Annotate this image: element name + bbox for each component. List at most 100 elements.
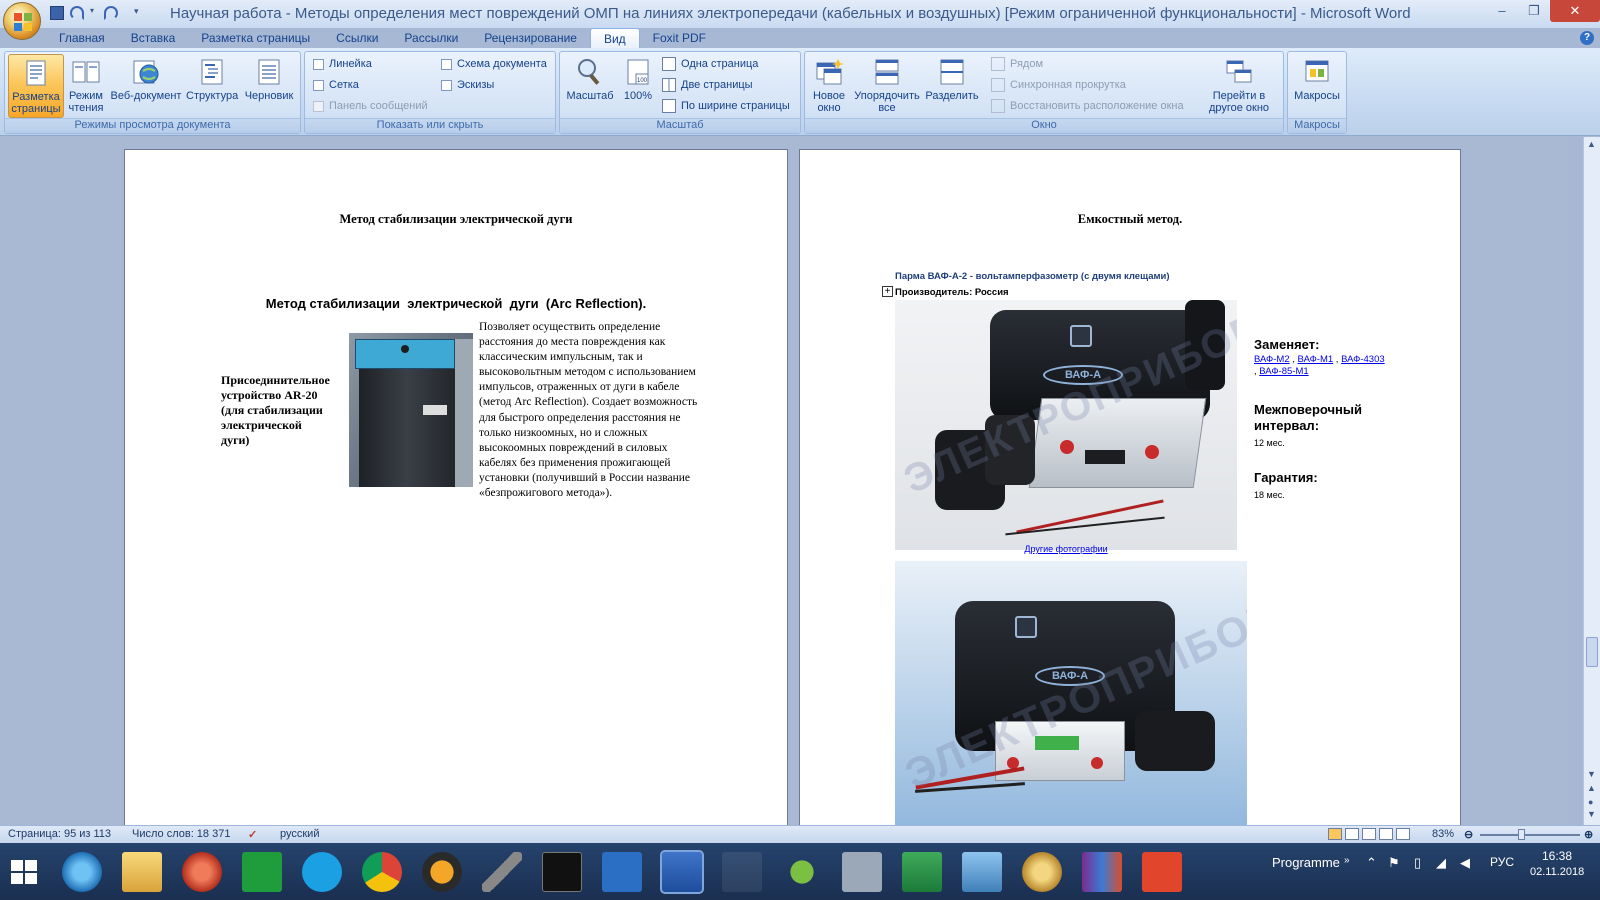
page-count[interactable]: Страница: 95 из 113 [8, 828, 111, 840]
new-window-button[interactable]: Новое окно [807, 54, 851, 118]
tab-page-layout[interactable]: Разметка страницы [188, 28, 323, 49]
customize-qat-icon[interactable]: ▾ [134, 6, 144, 20]
tab-view[interactable]: Вид [589, 28, 640, 49]
photo-viewer-icon[interactable] [962, 852, 1002, 892]
file-explorer-icon[interactable] [122, 852, 162, 892]
link-vaf-4303[interactable]: ВАФ-4303 [1341, 354, 1385, 365]
draft-view-icon[interactable] [1396, 828, 1410, 840]
zoom-100-button[interactable]: 100 100% [620, 54, 656, 118]
word-count[interactable]: Число слов: 18 371 [132, 828, 230, 840]
link-vaf-m2[interactable]: ВАФ-М2 [1254, 354, 1290, 365]
control-panel-icon[interactable] [602, 852, 642, 892]
window-controls: – ❐ ✕ [1486, 0, 1600, 22]
link-vaf-m1[interactable]: ВАФ-М1 [1298, 354, 1334, 365]
show-more-icon[interactable]: » [1344, 855, 1350, 866]
word-icon[interactable] [660, 850, 704, 894]
zoom-button[interactable]: Масштаб [562, 54, 618, 118]
grid-checkbox[interactable]: Сетка [313, 79, 359, 91]
thumbnails-checkbox[interactable]: Эскизы [441, 79, 494, 91]
two-pages-button[interactable]: Две страницы [662, 78, 753, 92]
outline-button[interactable]: Структура [186, 54, 238, 118]
link-vaf-85-m1[interactable]: ВАФ-85-М1 [1259, 366, 1308, 377]
calculator-icon[interactable] [842, 852, 882, 892]
group-label: Окно [805, 118, 1283, 133]
tab-references[interactable]: Ссылки [323, 28, 391, 49]
undo-icon[interactable] [70, 6, 84, 20]
switch-windows-button[interactable]: Перейти в другое окно [1201, 54, 1277, 118]
tab-home[interactable]: Главная [46, 28, 118, 49]
winrar-icon[interactable] [1082, 852, 1122, 892]
reading-view-icon[interactable] [1345, 828, 1359, 840]
language[interactable]: русский [280, 828, 319, 840]
next-page-icon[interactable]: ▼ [1587, 809, 1596, 819]
page-width-button[interactable]: По ширине страницы [662, 99, 790, 113]
zoom-in-icon[interactable]: ⊕ [1584, 828, 1593, 841]
paint-icon[interactable] [1022, 852, 1062, 892]
sync-scroll-icon [991, 78, 1005, 92]
start-button[interactable] [10, 859, 38, 885]
aimp-icon[interactable] [422, 852, 462, 892]
ccleaner-icon[interactable] [182, 852, 222, 892]
battery-icon[interactable]: ▯ [1414, 855, 1421, 871]
input-language[interactable]: РУС [1490, 855, 1514, 869]
frog-app-icon[interactable] [782, 852, 822, 892]
arrange-all-button[interactable]: Упорядочить все [851, 54, 923, 118]
chrome-icon[interactable] [362, 852, 402, 892]
split-button[interactable]: Разделить [925, 54, 979, 118]
command-prompt-icon[interactable] [542, 852, 582, 892]
clock-date[interactable]: 02.11.2018 [1530, 866, 1584, 878]
scroll-up-icon[interactable]: ▲ [1587, 139, 1596, 149]
minimize-button[interactable]: – [1486, 0, 1518, 22]
tab-foxit-pdf[interactable]: Foxit PDF [640, 28, 719, 49]
restore-button[interactable]: ❐ [1518, 0, 1550, 22]
taskbar: Programme » ⌃ ⚑ ▯ ◢ ◀ РУС 16:38 02.11.20… [0, 843, 1600, 900]
zoom-out-icon[interactable]: ⊖ [1464, 828, 1473, 841]
office-button[interactable] [3, 2, 41, 40]
network-icon[interactable]: ◢ [1436, 855, 1446, 871]
print-layout-button[interactable]: Разметка страницы [8, 54, 64, 118]
foxit-icon[interactable] [1142, 852, 1182, 892]
tray-expand-icon[interactable]: ⌃ [1366, 855, 1377, 871]
tab-insert[interactable]: Вставка [118, 28, 189, 49]
browse-object-icon[interactable]: ● [1588, 797, 1593, 807]
save-icon[interactable] [50, 6, 64, 20]
one-page-button[interactable]: Одна страница [662, 57, 758, 71]
scroll-down-icon[interactable]: ▼ [1587, 769, 1596, 779]
zoom-level[interactable]: 83% [1432, 828, 1454, 840]
vertical-scrollbar[interactable]: ▲ ▼ ▲ ● ▼ [1583, 137, 1600, 825]
document-map-checkbox[interactable]: Схема документа [441, 58, 547, 70]
table-move-handle-icon[interactable]: + [882, 286, 893, 297]
tab-review[interactable]: Рецензирование [471, 28, 590, 49]
outline-view-icon[interactable] [1379, 828, 1393, 840]
reading-mode-button[interactable]: Режим чтения [65, 54, 107, 118]
more-photos-link[interactable]: Другие фотографии [895, 544, 1237, 554]
web-view-icon[interactable] [1362, 828, 1376, 840]
excel-icon[interactable] [902, 852, 942, 892]
close-button[interactable]: ✕ [1550, 0, 1600, 22]
flag-icon[interactable]: ⚑ [1388, 855, 1400, 871]
dropdown-arrow-icon[interactable]: ▾ [90, 6, 98, 20]
tab-mailings[interactable]: Рассылки [391, 28, 471, 49]
draft-icon [258, 59, 280, 85]
skype-icon[interactable] [302, 852, 342, 892]
taskbar-app-icon[interactable] [722, 852, 762, 892]
store-icon[interactable] [242, 852, 282, 892]
ruler-checkbox[interactable]: Линейка [313, 58, 372, 70]
internet-explorer-icon[interactable] [62, 852, 102, 892]
microphone-icon[interactable] [482, 852, 522, 892]
group-document-views: Разметка страницы Режим чтения Веб-докум… [4, 51, 301, 134]
web-layout-button[interactable]: Веб-документ [108, 54, 184, 118]
previous-page-icon[interactable]: ▲ [1587, 783, 1596, 793]
redo-icon[interactable] [104, 6, 118, 20]
macros-button[interactable]: Макросы [1290, 54, 1344, 118]
programme-toolbar[interactable]: Programme [1272, 855, 1340, 870]
draft-button[interactable]: Черновик [240, 54, 298, 118]
help-icon[interactable]: ? [1580, 31, 1594, 45]
volume-icon[interactable]: ◀ [1460, 855, 1470, 871]
clock-time[interactable]: 16:38 [1542, 849, 1572, 863]
zoom-slider-thumb[interactable] [1518, 829, 1525, 840]
zoom-slider[interactable] [1480, 834, 1580, 836]
scrollbar-thumb[interactable] [1586, 637, 1598, 667]
print-layout-view-icon[interactable] [1328, 828, 1342, 840]
spellcheck-icon[interactable]: ✓ [248, 828, 257, 841]
